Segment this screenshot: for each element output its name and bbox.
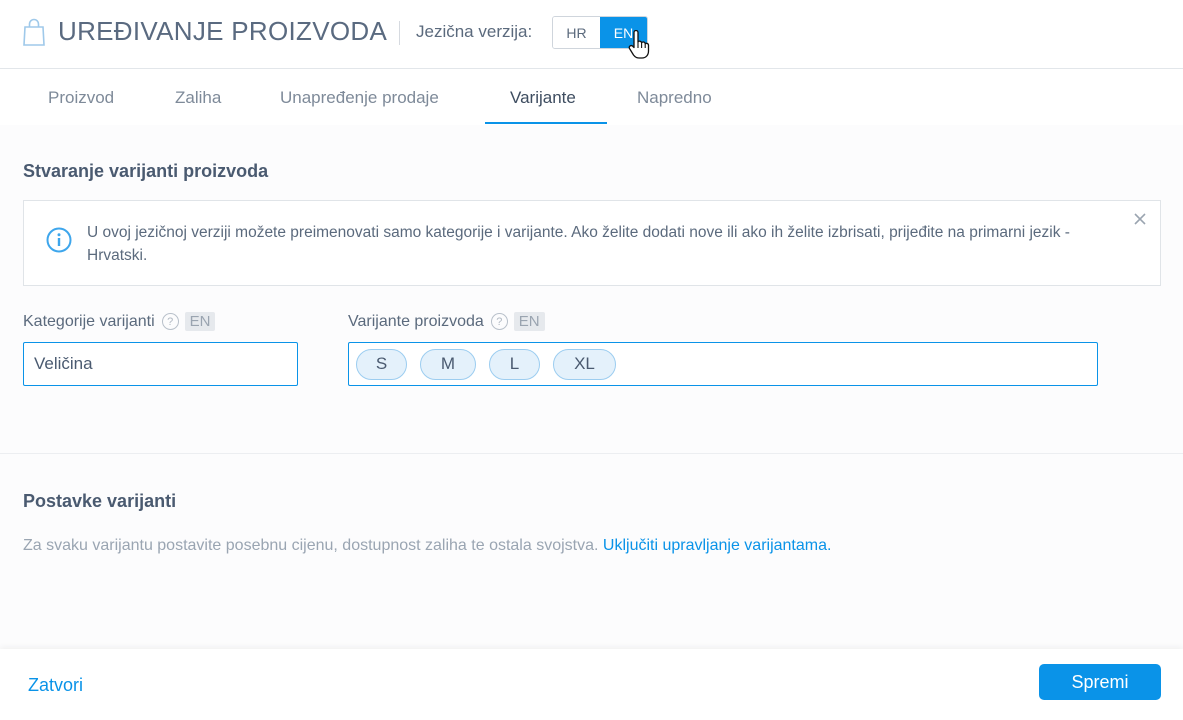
save-button[interactable]: Spremi: [1039, 664, 1161, 700]
settings-description-text: Za svaku varijantu postavite posebnu cij…: [23, 537, 599, 554]
settings-section-title: Postavke varijanti: [23, 491, 177, 511]
category-language-badge: EN: [184, 312, 216, 331]
title-divider: [399, 21, 400, 45]
help-icon[interactable]: ?: [490, 313, 508, 330]
variants-tags-input[interactable]: S M L XL: [348, 342, 1098, 386]
settings-description: Za svaku varijantu postavite posebnu cij…: [23, 537, 831, 555]
tab-unapredenje-prodaje[interactable]: Unapređenje prodaje: [280, 69, 439, 125]
variants-label-text: Varijante proizvoda: [348, 312, 484, 330]
variant-tag-l[interactable]: L: [489, 348, 540, 380]
variant-tag-s[interactable]: S: [356, 348, 407, 380]
active-tab-indicator: [485, 122, 607, 124]
language-hr-button[interactable]: HR: [553, 17, 600, 48]
page-header: UREĐIVANJE PROIZVODA Jezična verzija: HR…: [0, 0, 1183, 69]
variants-field-label: Varijante proizvoda ? EN: [348, 312, 545, 331]
close-icon[interactable]: [1132, 211, 1148, 227]
main-content: Stvaranje varijanti proizvoda U ovoj jez…: [0, 125, 1183, 649]
tab-proizvod[interactable]: Proizvod: [48, 69, 114, 125]
page-title: UREĐIVANJE PROIZVODA: [58, 16, 388, 46]
section-divider: [0, 453, 1183, 454]
category-input[interactable]: [23, 342, 298, 386]
info-text: U ovoj jezičnoj verziji možete preimenov…: [87, 224, 1070, 264]
hand-cursor-icon: [628, 30, 650, 59]
info-notice: U ovoj jezičnoj verziji možete preimenov…: [23, 200, 1161, 286]
help-icon[interactable]: ?: [161, 313, 179, 330]
variant-tag-xl[interactable]: XL: [553, 348, 616, 380]
info-icon: [46, 227, 72, 253]
tab-napredno[interactable]: Napredno: [637, 69, 712, 125]
category-label-text: Kategorije varijanti: [23, 312, 155, 330]
variants-language-badge: EN: [513, 312, 545, 331]
variants-section-title: Stvaranje varijanti proizvoda: [23, 161, 269, 181]
tab-bar: Proizvod Zaliha Unapređenje prodaje Vari…: [0, 69, 1183, 125]
category-field-label: Kategorije varijanti ? EN: [23, 312, 216, 331]
language-label: Jezična verzija:: [416, 22, 533, 41]
footer-bar: Zatvori Spremi: [0, 649, 1183, 720]
close-link[interactable]: Zatvori: [28, 675, 83, 696]
shopping-bag-icon: [23, 18, 45, 46]
tab-zaliha[interactable]: Zaliha: [175, 69, 221, 125]
variant-tag-m[interactable]: M: [420, 348, 476, 380]
tab-varijante[interactable]: Varijante: [510, 69, 576, 125]
enable-variant-management-link[interactable]: Uključiti upravljanje varijantama.: [603, 537, 832, 554]
